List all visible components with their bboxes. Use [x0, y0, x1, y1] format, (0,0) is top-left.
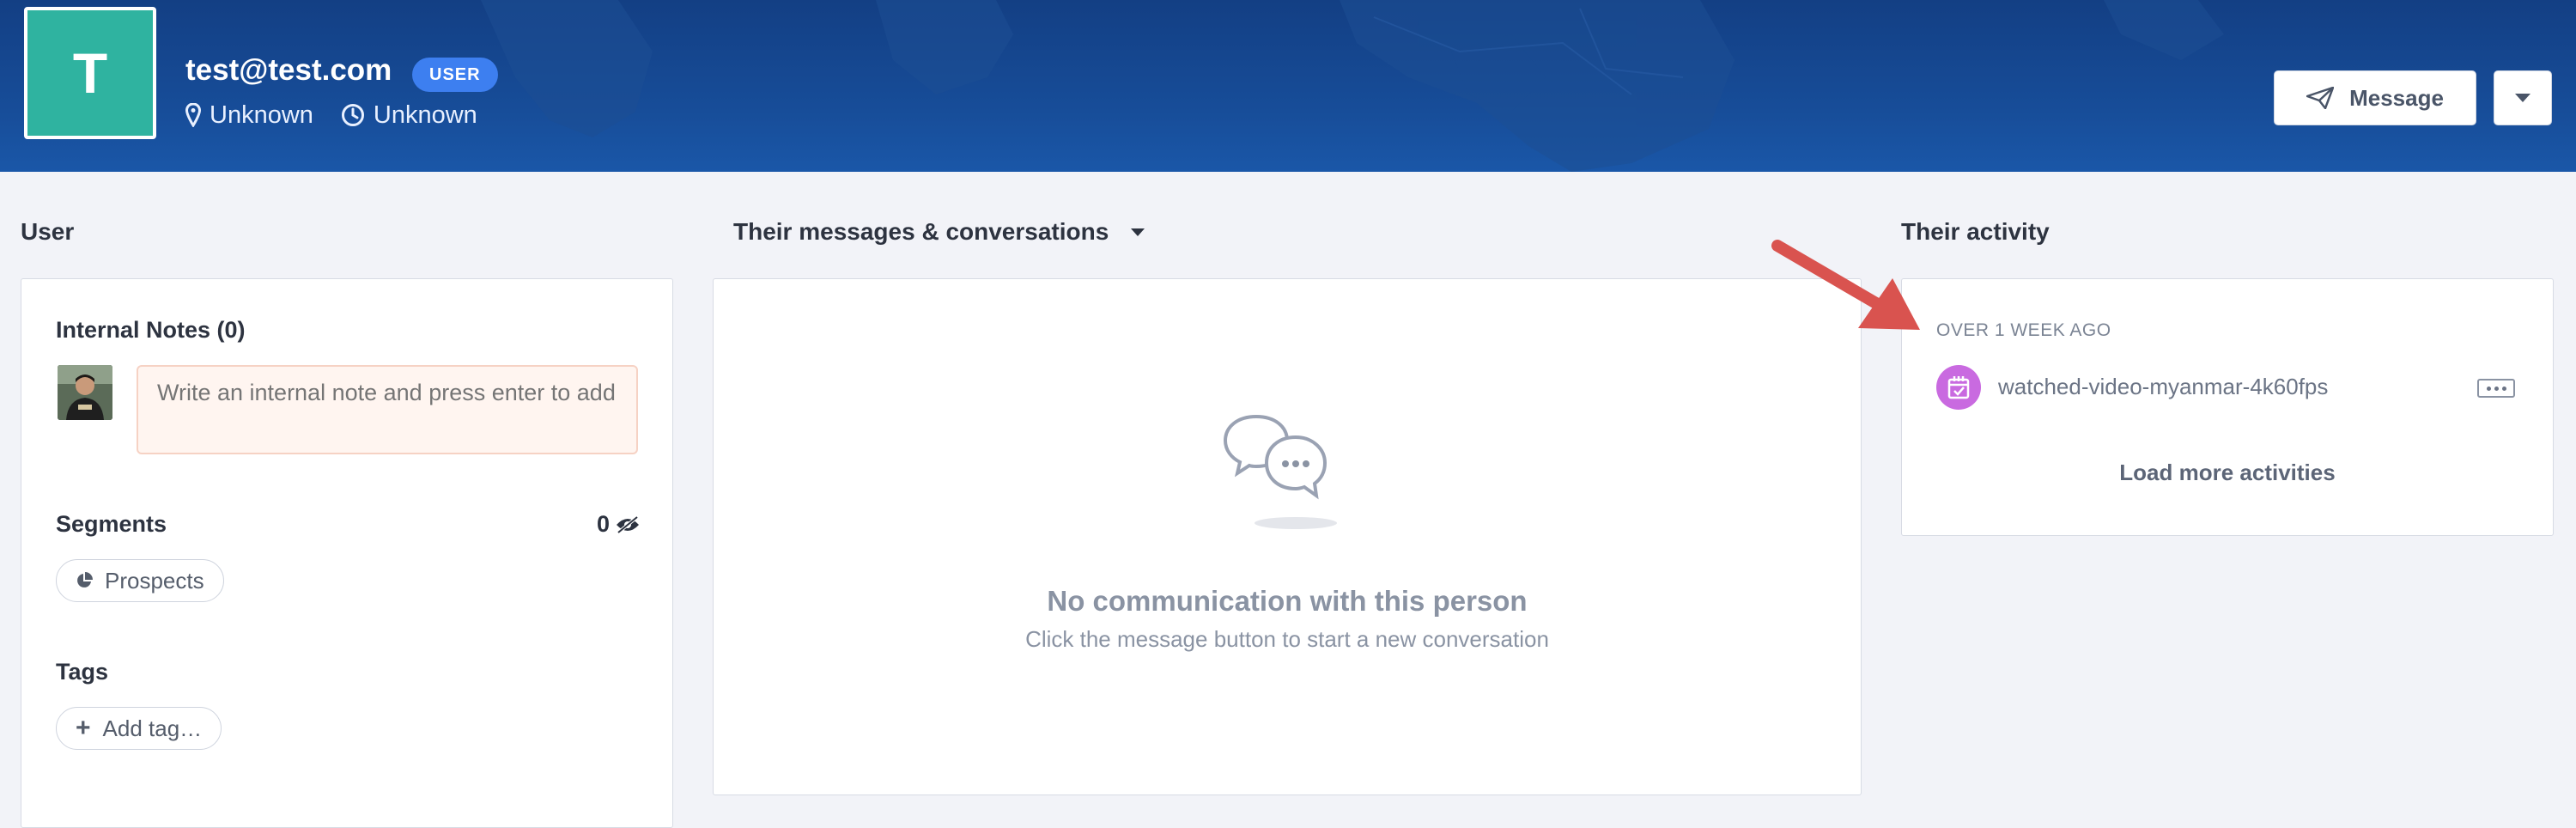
chat-bubbles-icon — [1223, 414, 1337, 529]
internal-notes-title: Internal Notes (0) — [56, 317, 246, 343]
user-section-title: User — [21, 218, 75, 245]
add-tag-button[interactable]: + Add tag… — [56, 707, 222, 750]
activity-time-group: OVER 1 WEEK AGO — [1936, 320, 2111, 340]
caret-down-icon — [2515, 94, 2530, 102]
map-pin-icon — [185, 103, 201, 127]
user-email: test@test.com — [185, 53, 392, 87]
load-more-activities-button[interactable]: Load more activities — [1902, 460, 2553, 486]
more-actions-button[interactable] — [2494, 70, 2552, 125]
profile-header: T test@test.com USER Unknown Unknown Mes… — [0, 0, 2576, 172]
empty-state-title: No communication with this person — [1047, 585, 1528, 617]
user-card: Internal Notes (0) Segments 0 Prospects … — [21, 278, 673, 828]
segment-label: Prospects — [105, 567, 204, 594]
local-time-text: Unknown — [373, 100, 477, 129]
annotation-arrow — [1771, 240, 1920, 330]
segments-count-value: 0 — [597, 511, 611, 537]
message-button[interactable]: Message — [2274, 70, 2476, 125]
add-tag-label: Add tag… — [102, 715, 203, 741]
segment-pill-prospects[interactable]: Prospects — [56, 559, 224, 602]
caret-down-icon — [1131, 228, 1145, 236]
plus-icon: + — [76, 714, 91, 742]
location-text: Unknown — [210, 100, 313, 129]
segments-count[interactable]: 0 — [597, 511, 641, 538]
pie-chart-icon — [77, 572, 93, 588]
message-button-label: Message — [2349, 84, 2444, 111]
dot — [2501, 386, 2506, 391]
clock-icon — [341, 104, 364, 126]
current-user-avatar — [58, 365, 112, 420]
activity-card: OVER 1 WEEK AGO watched-video-myanmar-4k… — [1901, 278, 2554, 536]
segments-title: Segments — [56, 511, 167, 537]
activity-event-label[interactable]: watched-video-myanmar-4k60fps — [1998, 374, 2328, 400]
activity-more-options-button[interactable] — [2477, 379, 2515, 398]
tags-title: Tags — [56, 659, 109, 685]
conversations-title: Their messages & conversations — [733, 218, 1109, 245]
activity-event-icon — [1936, 365, 1981, 410]
person-photo — [58, 365, 112, 420]
internal-note-input[interactable] — [137, 365, 638, 454]
avatar-initial: T — [72, 41, 108, 105]
eye-slash-icon — [617, 514, 640, 534]
paper-plane-icon — [2306, 87, 2335, 109]
local-time-info: Unknown — [341, 101, 477, 130]
empty-state-subtitle: Click the message button to start a new … — [1025, 626, 1549, 652]
conversations-dropdown[interactable]: Their messages & conversations — [733, 218, 1145, 246]
dot — [2494, 386, 2499, 391]
conversations-card: No communication with this person Click … — [713, 278, 1862, 795]
user-avatar: T — [24, 7, 156, 139]
role-badge: USER — [412, 58, 498, 92]
calendar-check-icon — [1947, 376, 1970, 399]
dot — [2486, 386, 2491, 391]
location-info: Unknown — [185, 101, 313, 130]
user-meta: Unknown Unknown — [185, 100, 505, 131]
